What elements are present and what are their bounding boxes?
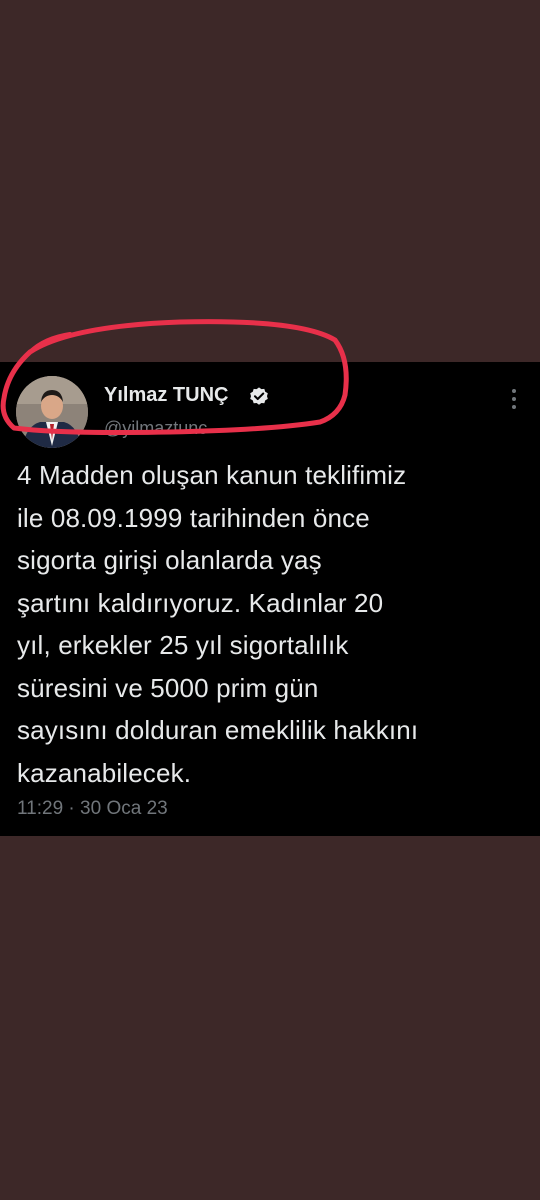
meta-separator: · — [68, 798, 75, 819]
tweet-text-line: ile 08.09.1999 tarihinden önce — [17, 502, 370, 533]
tweet-text-line: yıl, erkekler 25 yıl sigortalılık — [17, 630, 349, 660]
tweet-text-line: kazanabilecek. — [17, 757, 192, 788]
tweet-time: 11:29 — [17, 798, 64, 819]
tweet-text-line: sigorta girişi olanlarda yaş — [17, 545, 322, 575]
author-name[interactable]: Yılmaz TUNÇ — [104, 384, 228, 407]
tweet-text-line: süresini ve 5000 prim gün — [17, 672, 319, 703]
author-handle[interactable]: @yilmaztunc — [104, 418, 207, 439]
author-avatar[interactable] — [16, 376, 88, 448]
more-options-icon[interactable] — [506, 386, 522, 412]
verified-badge-icon — [250, 387, 268, 405]
tweet-text-line: sayısını dolduran emeklilik hakkını — [17, 715, 419, 745]
tweet-text: 4 Madden oluşan kanun teklifimiz ile 08.… — [17, 454, 527, 794]
tweet-date: 30 Oca 23 — [80, 798, 168, 819]
tweet-timestamp[interactable]: 11:29 · 30 Oca 23 — [17, 798, 168, 820]
tweet-text-line: şartını kaldırıyoruz. Kadınlar 20 — [17, 587, 384, 618]
tweet-text-line: 4 Madden oluşan kanun teklifimiz — [17, 460, 407, 490]
